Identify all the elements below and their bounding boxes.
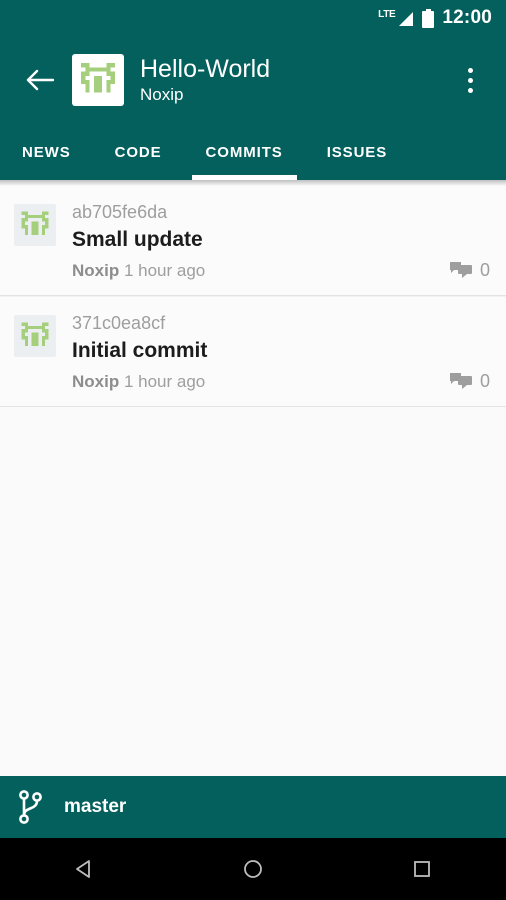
git-branch-icon [19,790,42,824]
status-bar: LTE 12:00 [0,0,506,36]
commit-comments[interactable]: 0 [449,260,490,283]
repo-avatar[interactable] [72,54,124,106]
signal-bars-icon [399,11,414,26]
commit-author-avatar[interactable] [14,204,56,246]
tab-label: ISSUES [326,143,388,161]
commit-meta: Noxip 1 hour ago [72,258,450,283]
tab-label: NEWS [22,143,71,161]
tab-issues[interactable]: ISSUES [305,124,409,180]
nav-back-button[interactable] [48,838,120,900]
overflow-menu-button[interactable] [448,58,492,102]
commit-author-avatar[interactable] [14,315,56,357]
repo-identicon-avatar [77,59,119,101]
commit-comments[interactable]: 0 [449,371,490,394]
app-root: LTE 12:00 Hello-World Noxip NEWS CODE CO… [0,0,506,900]
commit-author-name: Noxip [72,372,120,391]
tab-bar: NEWS CODE COMMITS ISSUES [0,124,506,180]
nav-recents-button[interactable] [386,838,458,900]
repo-title: Hello-World [140,54,271,83]
arrow-back-icon [26,69,54,91]
signal-indicator: LTE [378,8,414,27]
nav-back-icon [76,860,91,878]
comment-count: 0 [479,371,490,391]
tab-commits[interactable]: COMMITS [184,124,305,180]
commit-timestamp: 1 hour ago [123,372,206,391]
commit-author-name: Noxip [72,261,120,280]
repo-owner: Noxip [140,84,184,104]
commit-timestamp: 1 hour ago [123,261,206,280]
commit-sha: ab705fe6da [72,202,168,222]
branch-bar[interactable]: master [0,776,506,838]
commit-list: ab705fe6da Small update Noxip 1 hour ago… [0,186,506,776]
battery-full-icon [422,8,435,28]
back-button[interactable] [18,58,62,102]
commit-details: ab705fe6da Small update Noxip 1 hour ago [72,200,450,283]
commit-meta: Noxip 1 hour ago [72,369,450,394]
network-type-label: LTE [378,8,396,20]
nav-recents-icon [413,861,430,877]
commit-details: 371c0ea8cf Initial commit Noxip 1 hour a… [72,311,450,394]
toolbar-titles: Hello-World Noxip [140,55,448,106]
commit-author-identicon [21,211,49,236]
comment-bubbles-icon [449,262,472,278]
app-toolbar: Hello-World Noxip [0,36,506,124]
android-nav-bar [0,838,506,900]
tab-news[interactable]: NEWS [0,124,93,180]
comment-count: 0 [479,260,490,280]
branch-name: master [64,796,127,817]
status-bar-clock: 12:00 [442,7,492,28]
commit-row[interactable]: ab705fe6da Small update Noxip 1 hour ago… [0,186,506,296]
tab-code[interactable]: CODE [93,124,184,180]
nav-home-button[interactable] [217,838,289,900]
commit-row[interactable]: 371c0ea8cf Initial commit Noxip 1 hour a… [0,296,506,407]
overflow-menu-icon [467,67,473,73]
commit-message: Small update [72,228,203,251]
commit-author-identicon [21,322,49,347]
tab-label: CODE [114,143,162,161]
nav-home-icon [244,860,262,878]
comment-bubbles-icon [449,373,472,389]
tab-label: COMMITS [205,143,283,161]
commit-message: Initial commit [72,339,208,362]
commit-sha: 371c0ea8cf [72,313,166,333]
